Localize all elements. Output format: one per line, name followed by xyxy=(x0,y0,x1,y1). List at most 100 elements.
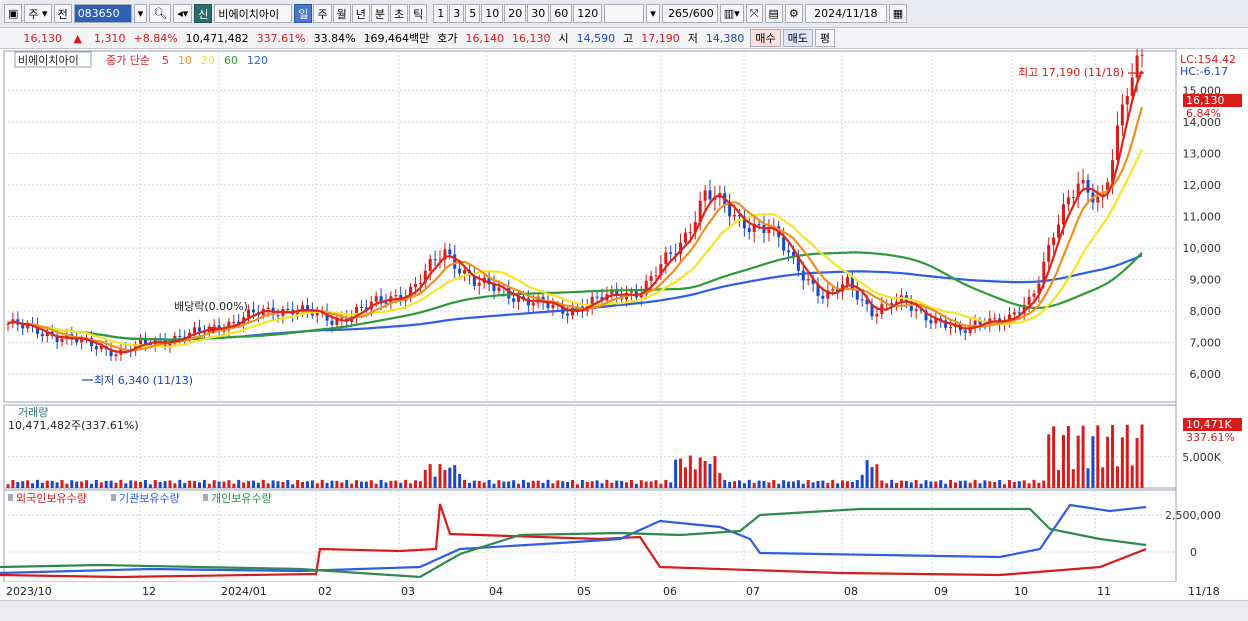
candle-body xyxy=(458,268,462,274)
x-tick-label: 10 xyxy=(1014,585,1028,598)
candle-body xyxy=(1096,196,1100,203)
volume-bar xyxy=(11,480,15,488)
interval-tab[interactable]: 30 xyxy=(527,4,550,23)
candle-body xyxy=(703,190,707,201)
prev-button[interactable]: 전 xyxy=(53,4,72,23)
interval-tab[interactable]: 1 xyxy=(433,4,449,23)
code-dropdown-icon[interactable]: ▾ xyxy=(133,4,148,23)
interval-tab[interactable]: 20 xyxy=(504,4,527,23)
interval-dropdown-icon[interactable]: ▾ xyxy=(646,4,660,23)
holding-legend-label: 기관보유수량 xyxy=(119,492,180,505)
volume-bar xyxy=(1003,484,1007,488)
interval-tab[interactable]: 120 xyxy=(573,4,603,23)
candle-body xyxy=(949,327,953,329)
volume-bar xyxy=(104,480,108,488)
calendar-icon[interactable]: ▦ xyxy=(888,4,908,23)
interval-tab[interactable]: 10 xyxy=(481,4,504,23)
y-tick-label: 8,000 xyxy=(1190,305,1222,318)
volume-bar xyxy=(340,482,344,488)
volume-bar xyxy=(197,482,201,488)
interval-tab[interactable]: 3 xyxy=(449,4,465,23)
candle-body xyxy=(993,318,997,320)
candle-body xyxy=(595,296,599,298)
volume-bar xyxy=(698,457,702,488)
x-tick-label: 02 xyxy=(318,585,332,598)
interval-tab[interactable]: 60 xyxy=(550,4,573,23)
price-value: 16,130 xyxy=(23,31,63,45)
period-tab[interactable]: 주 xyxy=(313,4,332,23)
volume-bar xyxy=(310,480,314,488)
count-field[interactable]: 265/600 xyxy=(661,4,718,23)
period-tab[interactable]: 월 xyxy=(332,4,351,23)
volume-bar xyxy=(31,483,35,488)
volume-bar xyxy=(1057,470,1061,488)
candle-body xyxy=(359,307,363,309)
speaker-icon[interactable]: ◂▾ xyxy=(173,4,193,23)
gear-icon[interactable]: ⚙ xyxy=(784,4,803,23)
candle-body xyxy=(374,296,378,302)
layout-icon[interactable]: ▣ xyxy=(4,4,23,23)
candle-body xyxy=(1135,55,1139,78)
high-label: 고 xyxy=(623,32,634,45)
volume-bar xyxy=(1027,483,1031,488)
volume-bar xyxy=(315,483,319,488)
hc-label: HC:-6.17 xyxy=(1180,65,1228,78)
volume-bar xyxy=(1096,425,1100,488)
candle-body xyxy=(1140,54,1144,56)
volume-bar xyxy=(944,483,948,488)
volume-bar xyxy=(1086,468,1090,488)
draw-tool-icon[interactable]: ⤧ xyxy=(745,4,763,23)
last-pct-label: 6.84% xyxy=(1186,107,1221,120)
candle-body xyxy=(831,289,835,291)
volume-bar xyxy=(227,480,231,488)
volume-bar xyxy=(610,482,614,488)
volume-bar xyxy=(271,480,275,488)
candle-body xyxy=(1047,244,1051,262)
volume-bar xyxy=(286,480,290,488)
candle-body xyxy=(1052,237,1056,245)
chart-scrollbar[interactable] xyxy=(0,600,1248,621)
candle-body xyxy=(428,259,432,271)
interval-input[interactable] xyxy=(604,4,645,23)
volume-bar xyxy=(512,480,516,488)
volume-bar xyxy=(276,481,280,488)
candle-type-icon[interactable]: ▥▾ xyxy=(719,4,744,23)
volume-bar xyxy=(890,479,894,488)
candle-body xyxy=(178,336,182,338)
stock-code-input[interactable]: 083650 xyxy=(73,4,132,23)
volume-bar xyxy=(963,480,967,488)
volume-bar xyxy=(335,480,339,488)
period-tab[interactable]: 분 xyxy=(370,4,389,23)
save-icon[interactable]: ▤ xyxy=(764,4,783,23)
search-icon[interactable]: 🔍︎ xyxy=(149,4,172,23)
volume-bar xyxy=(590,481,594,488)
turnover: 33.84% xyxy=(313,31,356,45)
period-tab[interactable]: 틱 xyxy=(409,4,428,23)
period-tab[interactable]: 일 xyxy=(294,4,313,23)
period-tab[interactable]: 초 xyxy=(389,4,409,23)
candle-body xyxy=(193,327,197,333)
interval-tab[interactable]: 5 xyxy=(465,4,481,23)
volume-bar xyxy=(953,482,957,488)
candle-body xyxy=(418,282,422,285)
volume-bar xyxy=(6,484,10,488)
x-tick-label: 04 xyxy=(489,585,503,598)
period-tab[interactable]: 년 xyxy=(351,4,370,23)
market-select[interactable]: 주 ▾ xyxy=(24,4,52,23)
volume-bar xyxy=(423,469,427,488)
candle-body xyxy=(94,346,98,350)
volume-bar xyxy=(782,480,786,488)
volume-bar xyxy=(526,482,530,488)
candle-body xyxy=(413,284,417,287)
volume-bar xyxy=(737,480,741,488)
volume-bar xyxy=(394,480,398,488)
volume-bar xyxy=(531,480,535,488)
buy-button[interactable]: 매수 xyxy=(750,29,781,47)
sell-button[interactable]: 매도 xyxy=(782,29,813,47)
volume-bar xyxy=(536,480,540,488)
stock-chart[interactable]: 2023/10 12 2024/01 02 03 04 05 06 07 08 09 10 11 11/1… xyxy=(0,49,1248,600)
date-field[interactable]: 2024/11/18 xyxy=(804,4,887,23)
eval-button[interactable]: 평 xyxy=(814,29,836,47)
volume-bar xyxy=(934,481,938,488)
volume-bar xyxy=(359,481,363,488)
